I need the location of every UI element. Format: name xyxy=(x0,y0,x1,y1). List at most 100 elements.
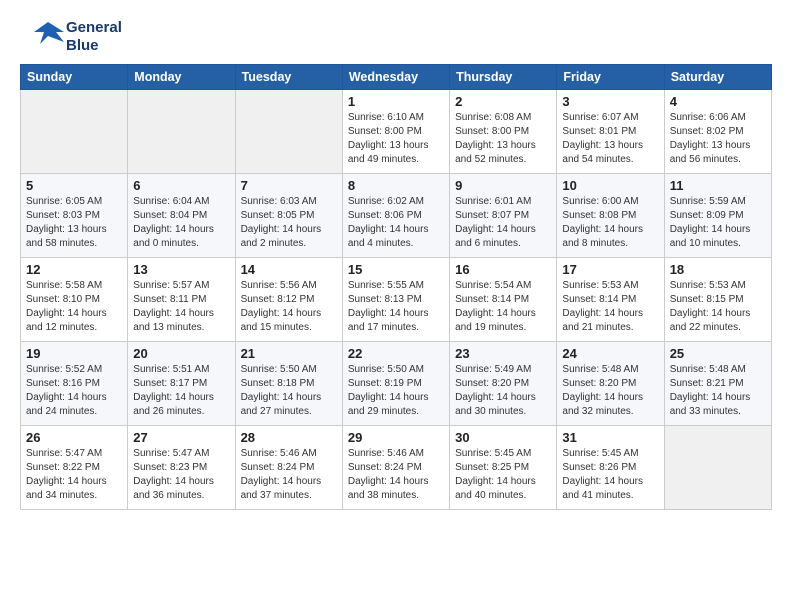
day-info-31: Sunrise: 5:45 AMSunset: 8:26 PMDaylight:… xyxy=(562,447,658,503)
calendar-cell-w1-d1 xyxy=(21,90,128,174)
day-info-6: Sunrise: 6:04 AMSunset: 8:04 PMDaylight:… xyxy=(133,195,229,251)
day-number-20: 20 xyxy=(133,346,229,361)
day-number-28: 28 xyxy=(241,430,337,445)
calendar-cell-w5-d5: 30 Sunrise: 5:45 AMSunset: 8:25 PMDayligh… xyxy=(450,426,557,510)
day-info-14: Sunrise: 5:56 AMSunset: 8:12 PMDaylight:… xyxy=(241,279,337,335)
logo-svg-icon xyxy=(20,18,64,56)
day-info-5: Sunrise: 6:05 AMSunset: 8:03 PMDaylight:… xyxy=(26,195,122,251)
day-info-18: Sunrise: 5:53 AMSunset: 8:15 PMDaylight:… xyxy=(670,279,766,335)
calendar-cell-w3-d4: 15 Sunrise: 5:55 AMSunset: 8:13 PMDayligh… xyxy=(342,258,449,342)
day-number-9: 9 xyxy=(455,178,551,193)
day-number-24: 24 xyxy=(562,346,658,361)
weekday-header-tuesday: Tuesday xyxy=(235,65,342,90)
day-info-3: Sunrise: 6:07 AMSunset: 8:01 PMDaylight:… xyxy=(562,111,658,167)
day-number-1: 1 xyxy=(348,94,444,109)
day-number-29: 29 xyxy=(348,430,444,445)
page: GeneralBlue SundayMondayTuesdayWednesday… xyxy=(0,0,792,612)
calendar-cell-w2-d5: 9 Sunrise: 6:01 AMSunset: 8:07 PMDaylight… xyxy=(450,174,557,258)
day-number-22: 22 xyxy=(348,346,444,361)
calendar-cell-w2-d2: 6Sunrise: 6:04 AMSunset: 8:04 PMDaylight… xyxy=(128,174,235,258)
calendar-cell-w5-d6: 31 Sunrise: 5:45 AMSunset: 8:26 PMDayligh… xyxy=(557,426,664,510)
day-number-17: 17 xyxy=(562,262,658,277)
calendar-cell-w2-d6: 10Sunrise: 6:00 AMSunset: 8:08 PMDayligh… xyxy=(557,174,664,258)
calendar-cell-w4-d7: 25 Sunrise: 5:48 AMSunset: 8:21 PMDayligh… xyxy=(664,342,771,426)
calendar-cell-w1-d3 xyxy=(235,90,342,174)
day-number-4: 4 xyxy=(670,94,766,109)
day-number-21: 21 xyxy=(241,346,337,361)
day-number-8: 8 xyxy=(348,178,444,193)
calendar-cell-w4-d3: 21 Sunrise: 5:50 AMSunset: 8:18 PMDayligh… xyxy=(235,342,342,426)
day-number-23: 23 xyxy=(455,346,551,361)
day-number-3: 3 xyxy=(562,94,658,109)
day-info-23: Sunrise: 5:49 AMSunset: 8:20 PMDaylight:… xyxy=(455,363,551,419)
day-number-7: 7 xyxy=(241,178,337,193)
day-info-22: Sunrise: 5:50 AMSunset: 8:19 PMDaylight:… xyxy=(348,363,444,419)
day-info-17: Sunrise: 5:53 AMSunset: 8:14 PMDaylight:… xyxy=(562,279,658,335)
calendar-cell-w5-d2: 27 Sunrise: 5:47 AMSunset: 8:23 PMDayligh… xyxy=(128,426,235,510)
day-number-5: 5 xyxy=(26,178,122,193)
day-number-27: 27 xyxy=(133,430,229,445)
day-number-31: 31 xyxy=(562,430,658,445)
day-info-1: Sunrise: 6:10 AMSunset: 8:00 PMDaylight:… xyxy=(348,111,444,167)
day-info-25: Sunrise: 5:48 AMSunset: 8:21 PMDaylight:… xyxy=(670,363,766,419)
day-number-25: 25 xyxy=(670,346,766,361)
calendar-table: SundayMondayTuesdayWednesdayThursdayFrid… xyxy=(20,64,772,510)
calendar-cell-w4-d2: 20 Sunrise: 5:51 AMSunset: 8:17 PMDayligh… xyxy=(128,342,235,426)
day-info-30: Sunrise: 5:45 AMSunset: 8:25 PMDaylight:… xyxy=(455,447,551,503)
weekday-header-wednesday: Wednesday xyxy=(342,65,449,90)
day-number-18: 18 xyxy=(670,262,766,277)
calendar-cell-w2-d3: 7 Sunrise: 6:03 AMSunset: 8:05 PMDaylight… xyxy=(235,174,342,258)
day-info-28: Sunrise: 5:46 AMSunset: 8:24 PMDaylight:… xyxy=(241,447,337,503)
calendar-cell-w5-d7 xyxy=(664,426,771,510)
day-info-21: Sunrise: 5:50 AMSunset: 8:18 PMDaylight:… xyxy=(241,363,337,419)
weekday-header-row: SundayMondayTuesdayWednesdayThursdayFrid… xyxy=(21,65,772,90)
header: GeneralBlue xyxy=(20,18,772,56)
day-info-15: Sunrise: 5:55 AMSunset: 8:13 PMDaylight:… xyxy=(348,279,444,335)
day-info-13: Sunrise: 5:57 AMSunset: 8:11 PMDaylight:… xyxy=(133,279,229,335)
calendar-cell-w4-d4: 22 Sunrise: 5:50 AMSunset: 8:19 PMDayligh… xyxy=(342,342,449,426)
weekday-header-sunday: Sunday xyxy=(21,65,128,90)
calendar-cell-w1-d7: 4 Sunrise: 6:06 AMSunset: 8:02 PMDaylight… xyxy=(664,90,771,174)
day-info-26: Sunrise: 5:47 AMSunset: 8:22 PMDaylight:… xyxy=(26,447,122,503)
day-info-4: Sunrise: 6:06 AMSunset: 8:02 PMDaylight:… xyxy=(670,111,766,167)
calendar-cell-w3-d5: 16 Sunrise: 5:54 AMSunset: 8:14 PMDayligh… xyxy=(450,258,557,342)
day-info-9: Sunrise: 6:01 AMSunset: 8:07 PMDaylight:… xyxy=(455,195,551,251)
day-info-12: Sunrise: 5:58 AMSunset: 8:10 PMDaylight:… xyxy=(26,279,122,335)
calendar-cell-w1-d2 xyxy=(128,90,235,174)
weekday-header-friday: Friday xyxy=(557,65,664,90)
logo-line1: General xyxy=(66,19,122,37)
day-info-29: Sunrise: 5:46 AMSunset: 8:24 PMDaylight:… xyxy=(348,447,444,503)
day-number-26: 26 xyxy=(26,430,122,445)
day-number-2: 2 xyxy=(455,94,551,109)
week-row-3: 12 Sunrise: 5:58 AMSunset: 8:10 PMDayligh… xyxy=(21,258,772,342)
calendar-cell-w3-d7: 18 Sunrise: 5:53 AMSunset: 8:15 PMDayligh… xyxy=(664,258,771,342)
day-info-24: Sunrise: 5:48 AMSunset: 8:20 PMDaylight:… xyxy=(562,363,658,419)
calendar-cell-w1-d5: 2 Sunrise: 6:08 AMSunset: 8:00 PMDaylight… xyxy=(450,90,557,174)
day-number-15: 15 xyxy=(348,262,444,277)
day-number-30: 30 xyxy=(455,430,551,445)
day-info-8: Sunrise: 6:02 AMSunset: 8:06 PMDaylight:… xyxy=(348,195,444,251)
week-row-4: 19 Sunrise: 5:52 AMSunset: 8:16 PMDayligh… xyxy=(21,342,772,426)
day-info-20: Sunrise: 5:51 AMSunset: 8:17 PMDaylight:… xyxy=(133,363,229,419)
day-info-11: Sunrise: 5:59 AMSunset: 8:09 PMDaylight:… xyxy=(670,195,766,251)
calendar-cell-w5-d1: 26 Sunrise: 5:47 AMSunset: 8:22 PMDayligh… xyxy=(21,426,128,510)
weekday-header-monday: Monday xyxy=(128,65,235,90)
day-number-12: 12 xyxy=(26,262,122,277)
calendar-cell-w2-d7: 11 Sunrise: 5:59 AMSunset: 8:09 PMDayligh… xyxy=(664,174,771,258)
day-info-16: Sunrise: 5:54 AMSunset: 8:14 PMDaylight:… xyxy=(455,279,551,335)
day-info-7: Sunrise: 6:03 AMSunset: 8:05 PMDaylight:… xyxy=(241,195,337,251)
calendar-cell-w5-d3: 28 Sunrise: 5:46 AMSunset: 8:24 PMDayligh… xyxy=(235,426,342,510)
day-info-19: Sunrise: 5:52 AMSunset: 8:16 PMDaylight:… xyxy=(26,363,122,419)
calendar-cell-w4-d6: 24 Sunrise: 5:48 AMSunset: 8:20 PMDayligh… xyxy=(557,342,664,426)
day-number-16: 16 xyxy=(455,262,551,277)
calendar-cell-w2-d1: 5 Sunrise: 6:05 AMSunset: 8:03 PMDaylight… xyxy=(21,174,128,258)
day-info-27: Sunrise: 5:47 AMSunset: 8:23 PMDaylight:… xyxy=(133,447,229,503)
day-number-19: 19 xyxy=(26,346,122,361)
day-info-2: Sunrise: 6:08 AMSunset: 8:00 PMDaylight:… xyxy=(455,111,551,167)
day-number-13: 13 xyxy=(133,262,229,277)
calendar-cell-w4-d1: 19 Sunrise: 5:52 AMSunset: 8:16 PMDayligh… xyxy=(21,342,128,426)
day-number-11: 11 xyxy=(670,178,766,193)
calendar-cell-w3-d3: 14Sunrise: 5:56 AMSunset: 8:12 PMDayligh… xyxy=(235,258,342,342)
calendar-cell-w3-d2: 13 Sunrise: 5:57 AMSunset: 8:11 PMDayligh… xyxy=(128,258,235,342)
calendar-cell-w1-d6: 3 Sunrise: 6:07 AMSunset: 8:01 PMDaylight… xyxy=(557,90,664,174)
